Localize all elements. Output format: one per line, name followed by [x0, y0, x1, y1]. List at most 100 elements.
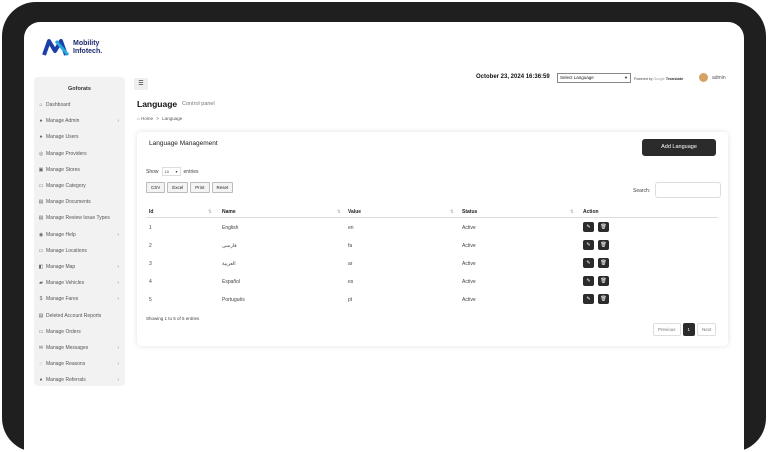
user-icon: ●	[39, 118, 43, 125]
column-header-name[interactable]: Name	[222, 209, 236, 215]
brand-line-2: Infotech.	[73, 48, 103, 55]
entries-select-value: 10	[164, 169, 169, 174]
sidebar-item-label: Manage Fares	[46, 296, 79, 303]
cell-status: Active	[462, 261, 476, 267]
sidebar-item[interactable]: ▣ Manage Stores	[34, 162, 125, 178]
print-button[interactable]: Print	[190, 182, 210, 193]
language-select-value: Select Language	[560, 75, 594, 80]
chevron-right-icon: ›	[117, 296, 119, 303]
translate-label: Translate	[665, 76, 684, 81]
sidebar-item[interactable]: ✉ Manage Messages ›	[34, 340, 125, 356]
sidebar-item-label: Manage Users	[46, 134, 79, 141]
delete-button[interactable]: 🗑	[598, 258, 609, 268]
sidebar-item-label: Manage Messages	[46, 344, 89, 351]
provider-icon: ◎	[38, 150, 44, 157]
cell-id: 3	[149, 261, 152, 267]
sort-icon: ⇅	[337, 209, 341, 214]
add-language-button[interactable]: Add Language	[642, 139, 716, 156]
chevron-down-icon: ▾	[175, 169, 178, 174]
sidebar-item-label: Manage Orders	[46, 328, 81, 335]
sidebar-item-label: Manage Referrals	[46, 377, 86, 384]
sidebar-item[interactable]: ● Manage Admin ›	[34, 113, 125, 129]
sidebar-item[interactable]: ● Manage Referrals ›	[34, 372, 125, 388]
column-header-value[interactable]: Value	[348, 209, 361, 215]
show-label: Show	[146, 168, 159, 175]
table-row: 4 Español es Active ✎ 🗑	[146, 273, 718, 291]
menu-toggle-button[interactable]: ☰	[134, 78, 148, 90]
cell-status: Active	[462, 225, 476, 231]
delete-button[interactable]: 🗑	[598, 294, 609, 304]
sidebar-title: Goforats	[68, 86, 91, 92]
cell-id: 2	[149, 243, 152, 249]
sidebar-item-label: Deleted Account Reports	[46, 312, 102, 319]
sidebar-item[interactable]: ◉ Manage Help ›	[34, 227, 125, 243]
entries-label: entries	[183, 168, 199, 175]
column-header-id-label: Id	[149, 209, 154, 215]
chevron-right-icon: ›	[117, 263, 119, 270]
table-header: Id ⇅ Name ⇅ Value ⇅ Status ⇅ Action	[146, 207, 718, 218]
next-page-button[interactable]: Next	[697, 323, 717, 336]
sidebar-item-label: Manage Admin	[46, 118, 80, 125]
brand-logo[interactable]: Mobility Infotech.	[42, 37, 102, 59]
previous-page-button[interactable]: Previous	[653, 323, 681, 336]
reset-button[interactable]: Reset	[211, 182, 234, 193]
message-icon: ✉	[38, 344, 44, 351]
vehicle-icon: ▰	[39, 280, 43, 287]
sidebar-item-label: Manage Documents	[46, 199, 91, 206]
breadcrumb-home[interactable]: Home	[141, 116, 153, 121]
sidebar-item[interactable]: ▭ Manage Locations	[34, 243, 125, 259]
breadcrumb-current: Language	[162, 116, 183, 121]
search-input[interactable]	[655, 182, 721, 198]
cell-name: العربية	[222, 261, 236, 267]
cell-name: English	[222, 225, 239, 231]
sidebar-item[interactable]: ▤ Deleted Account Reports	[34, 307, 125, 323]
users-icon: ●	[39, 134, 43, 141]
edit-button[interactable]: ✎	[583, 222, 594, 232]
delete-button[interactable]: 🗑	[598, 240, 609, 250]
page-subtitle: Control panel	[182, 101, 215, 107]
sidebar-item[interactable]: ▭ Manage Orders	[34, 324, 125, 340]
edit-button[interactable]: ✎	[583, 258, 594, 268]
chevron-right-icon: ›	[117, 118, 119, 125]
cell-value: en	[348, 225, 354, 231]
sidebar-item[interactable]: ▤ Manage Review Issue Types	[34, 210, 125, 226]
page-title: Language	[137, 99, 178, 109]
edit-button[interactable]: ✎	[583, 276, 594, 286]
column-header-status[interactable]: Status	[462, 209, 477, 215]
sidebar-item[interactable]: ⌂ Dashboard	[34, 97, 125, 113]
sidebar-item-label: Manage Providers	[46, 150, 87, 157]
column-header-name-label: Name	[222, 209, 236, 215]
sidebar-item-label: Manage Locations	[46, 247, 87, 254]
sidebar-item[interactable]: ◌ Manage Reasons ›	[34, 356, 125, 372]
entries-select[interactable]: 10 ▾	[161, 167, 181, 176]
delete-button[interactable]: 🗑	[598, 276, 609, 286]
language-select[interactable]: Select Language ▼	[557, 73, 631, 83]
cell-value: fa	[348, 243, 353, 249]
cell-value: pt	[348, 297, 353, 303]
logo-icon	[42, 37, 72, 59]
user-name[interactable]: admin	[712, 75, 726, 81]
sidebar-item-label: Manage Stores	[46, 166, 80, 173]
review-icon: ▤	[38, 215, 44, 222]
sidebar-item[interactable]: $ Manage Fares ›	[34, 291, 125, 307]
sidebar-item[interactable]: ◎ Manage Providers	[34, 146, 125, 162]
cell-value: es	[348, 279, 354, 285]
avatar[interactable]	[699, 73, 708, 82]
delete-button[interactable]: 🗑	[598, 222, 609, 232]
sidebar-item[interactable]: ▭ Manage Category	[34, 178, 125, 194]
edit-button[interactable]: ✎	[583, 294, 594, 304]
edit-button[interactable]: ✎	[583, 240, 594, 250]
sidebar-item-label: Dashboard	[46, 102, 71, 109]
sidebar-item[interactable]: ▰ Manage Vehicles ›	[34, 275, 125, 291]
chevron-right-icon: ›	[117, 280, 119, 287]
table-info: Showing 1 to 5 of 5 entries	[146, 316, 200, 321]
sidebar-item[interactable]: ◧ Manage Map ›	[34, 259, 125, 275]
powered-by-label: Powered by	[634, 77, 653, 81]
column-header-status-label: Status	[462, 209, 478, 215]
column-header-id[interactable]: Id	[149, 209, 153, 215]
csv-button[interactable]: CSV	[146, 182, 166, 193]
sidebar-item[interactable]: ▤ Manage Documents	[34, 194, 125, 210]
excel-button[interactable]: Excel	[167, 182, 189, 193]
sidebar-item[interactable]: ● Manage Users	[34, 129, 125, 145]
page-1-button[interactable]: 1	[682, 323, 696, 336]
